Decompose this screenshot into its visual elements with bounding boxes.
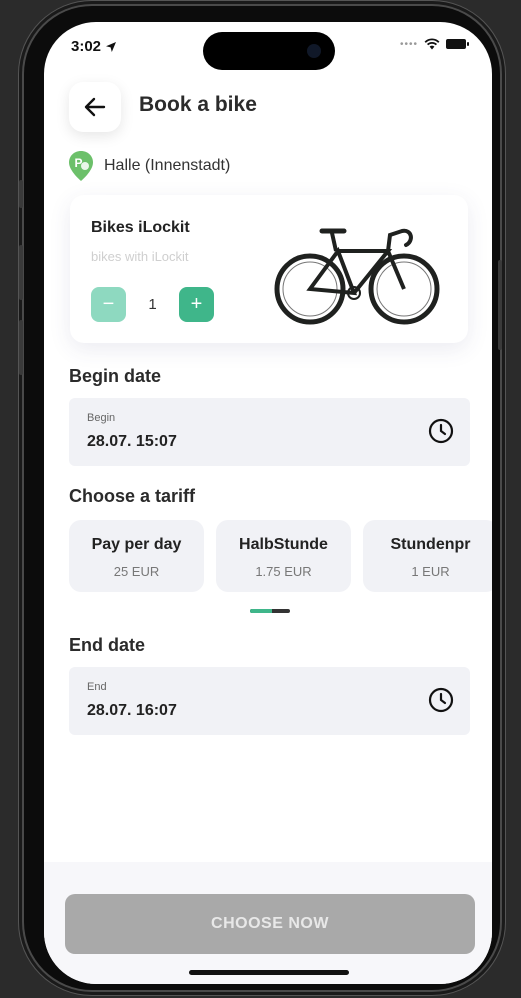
tariff-card[interactable]: HalbStunde 1.75 EUR [216, 520, 351, 592]
begin-date-heading: Begin date [69, 366, 162, 386]
arrow-left-icon [84, 97, 106, 117]
location-name: Halle (Innenstadt) [104, 157, 231, 174]
battery-icon [446, 39, 469, 49]
bike-card: Bikes iLockit bikes with iLockit − 1 + [70, 195, 468, 343]
page-title: Book a bike [139, 93, 257, 116]
tariff-price: 25 EUR [113, 564, 160, 579]
location-selector[interactable]: P Halle (Innenstadt) [68, 150, 230, 182]
tariff-heading: Choose a tariff [69, 486, 196, 506]
end-date-value: 28.07. 16:07 [87, 702, 177, 719]
status-time-text: 3:02 [71, 38, 102, 55]
home-indicator[interactable] [189, 970, 349, 975]
end-date-heading: End date [69, 635, 146, 655]
tariff-card[interactable]: Stundenpr 1 EUR [363, 520, 492, 592]
quantity-stepper: − 1 + [91, 287, 214, 322]
tariff-price: 1.75 EUR [255, 564, 312, 579]
begin-date-value: 28.07. 15:07 [87, 433, 177, 450]
bike-subtitle: bikes with iLockit [91, 249, 189, 264]
bike-name: Bikes iLockit [91, 219, 190, 236]
tariff-name: HalbStunde [239, 536, 328, 553]
end-date-label: End [87, 681, 107, 693]
carousel-scroll-indicator [250, 609, 290, 613]
increase-quantity-button[interactable]: + [179, 287, 214, 322]
tariff-card[interactable]: Pay per day 25 EUR [69, 520, 204, 592]
svg-text:P: P [75, 156, 83, 170]
begin-date-field[interactable]: Begin 28.07. 15:07 [69, 398, 470, 466]
tariff-name: Pay per day [91, 536, 182, 553]
dynamic-island [203, 32, 335, 70]
end-date-field[interactable]: End 28.07. 16:07 [69, 667, 470, 735]
begin-date-label: Begin [87, 412, 116, 424]
volume-down-button [19, 320, 23, 375]
app-screen: 3:02 •••• Book a bike P Halle (Innenstad… [44, 22, 492, 984]
tariff-carousel[interactable]: Pay per day 25 EUR HalbStunde 1.75 EUR S… [69, 520, 492, 592]
volume-up-button [19, 245, 23, 300]
quantity-value: 1 [148, 296, 157, 313]
clock-icon [428, 687, 454, 713]
back-button[interactable] [69, 82, 121, 132]
location-arrow-icon [106, 41, 117, 52]
status-time: 3:02 [71, 38, 117, 55]
signal-icon: •••• [399, 38, 418, 50]
status-icons: •••• [399, 38, 469, 50]
power-button [498, 260, 502, 350]
choose-now-button[interactable]: CHOOSE NOW [65, 894, 475, 954]
wifi-icon [424, 38, 440, 50]
clock-icon [428, 418, 454, 444]
parking-pin-icon: P [69, 151, 93, 181]
tariff-price: 1 EUR [411, 564, 450, 579]
decrease-quantity-button[interactable]: − [91, 287, 126, 322]
tariff-name: Stundenpr [390, 536, 471, 553]
side-button [19, 180, 23, 208]
bike-image [274, 228, 440, 325]
